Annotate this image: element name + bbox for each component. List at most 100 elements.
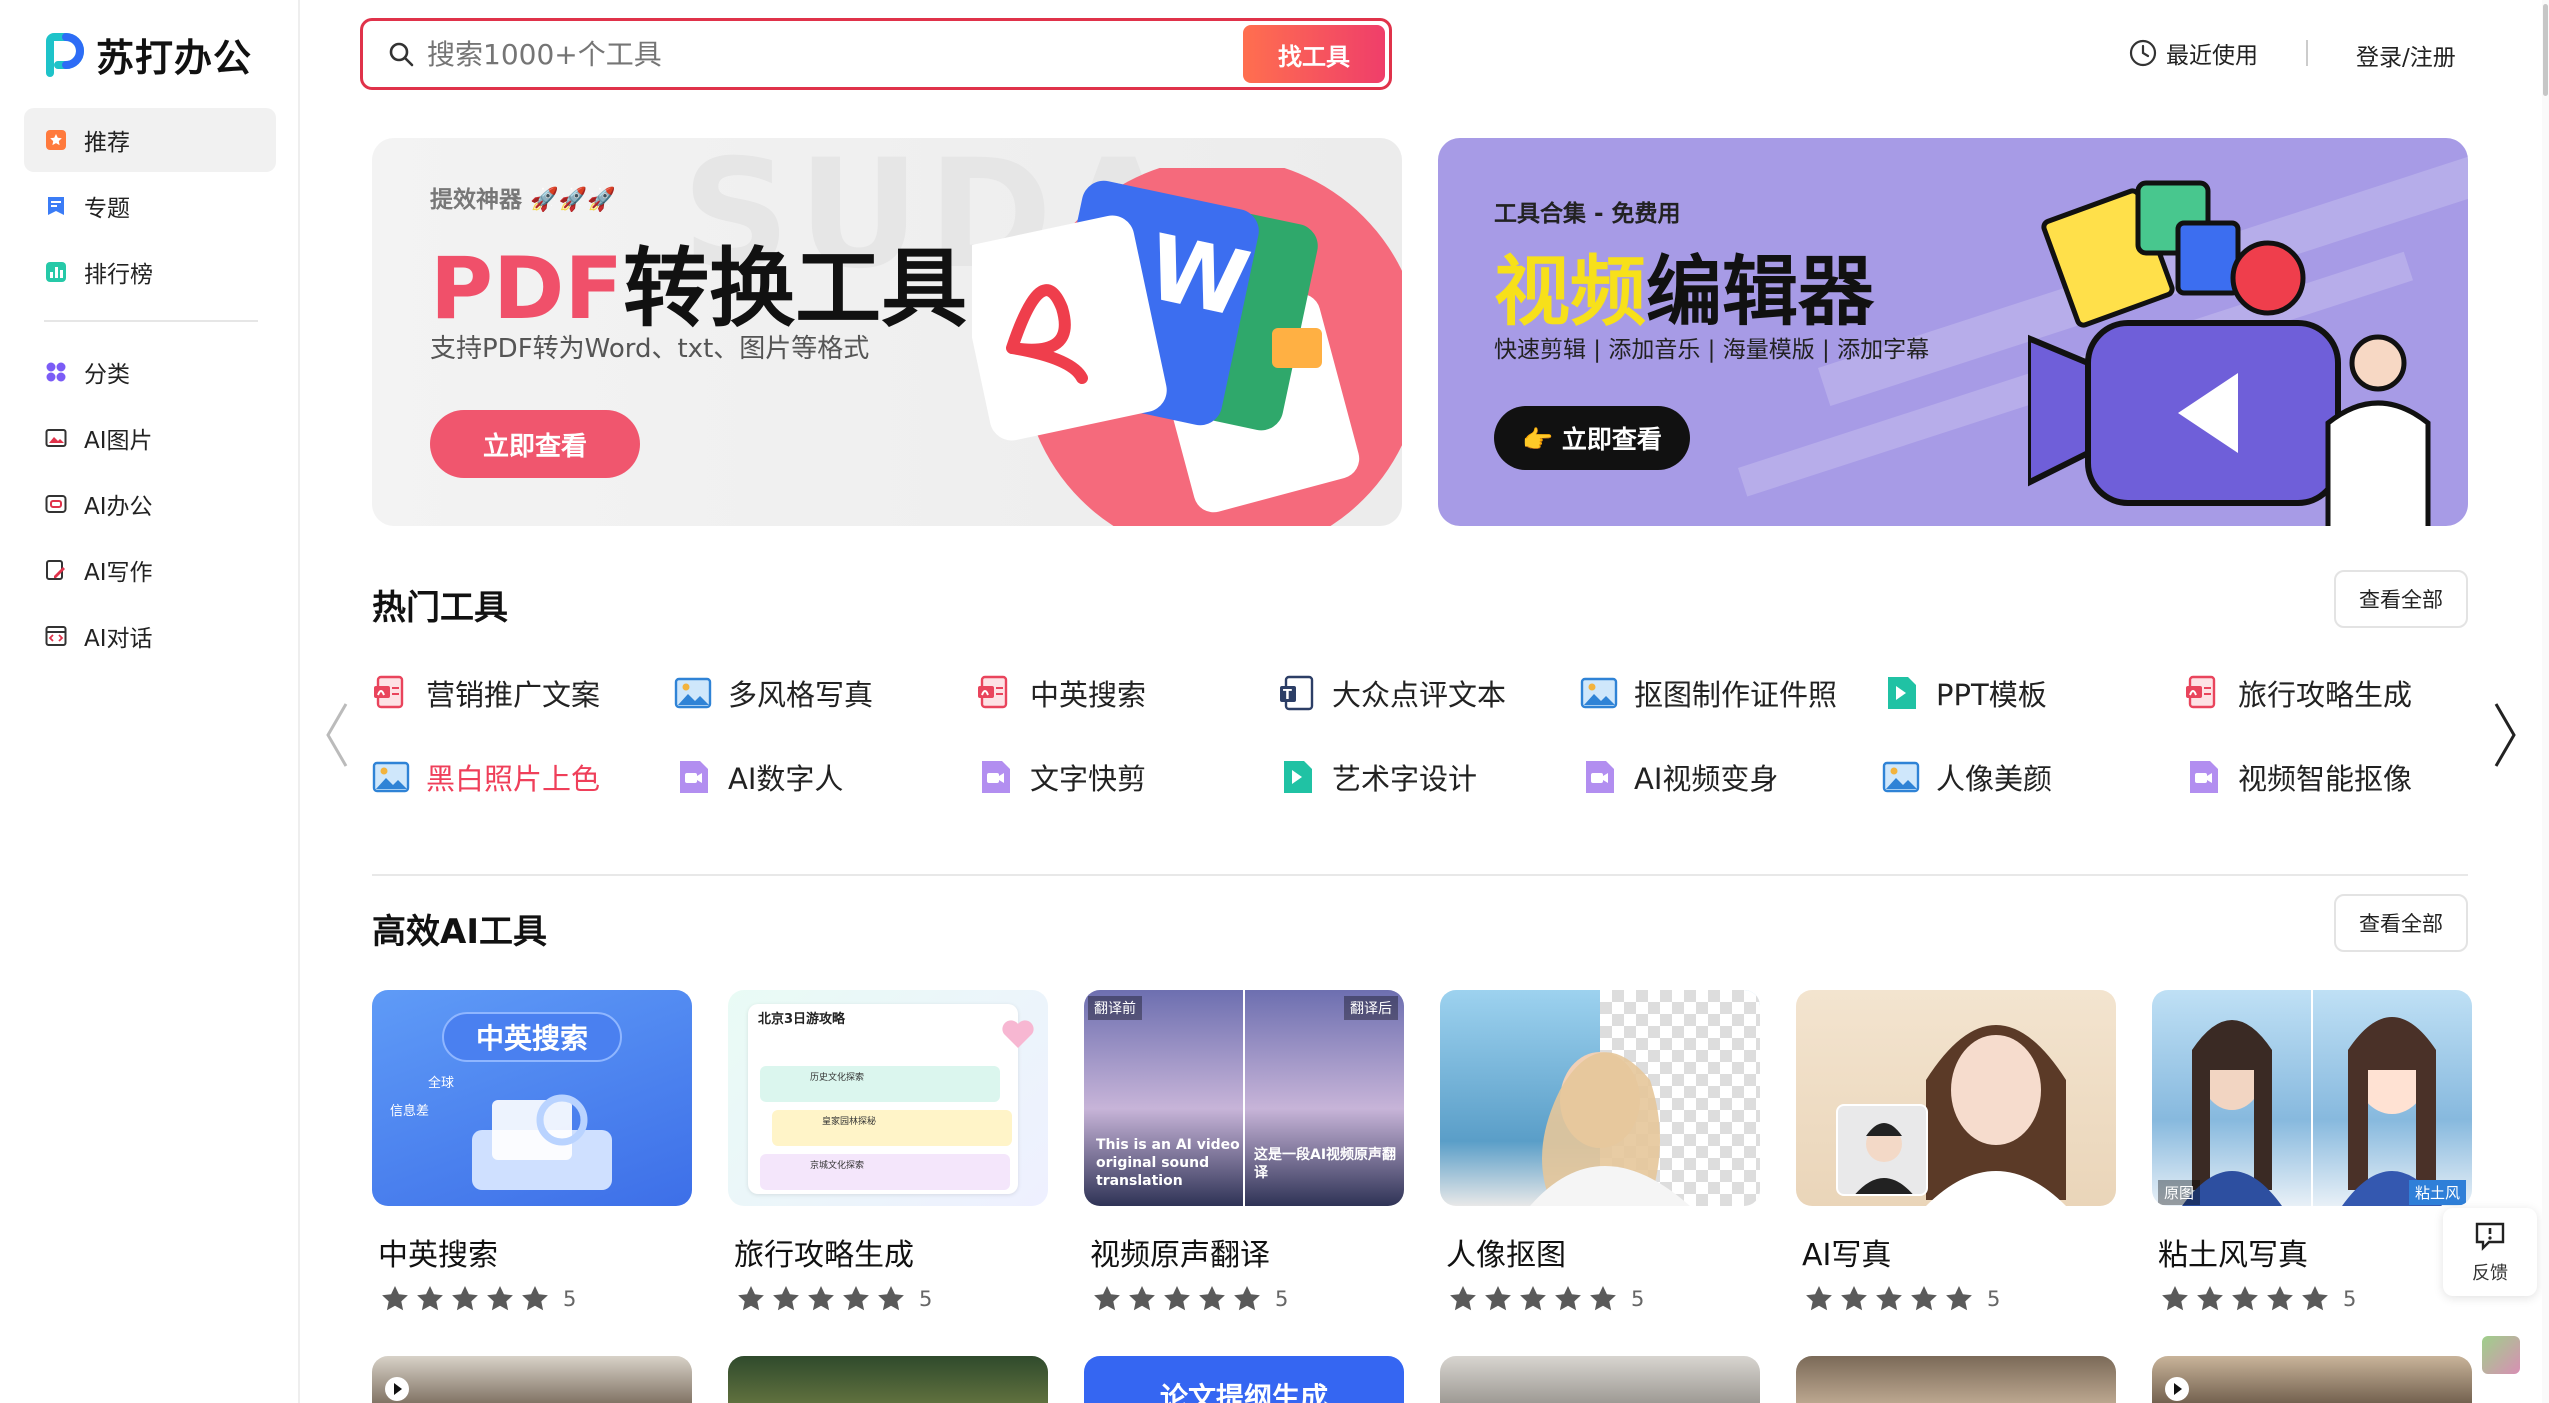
tool-card[interactable]: 人像抠图 5 (1440, 990, 1760, 1314)
hot-tool-item[interactable]: 中英搜索 (976, 668, 1146, 718)
brand-logo[interactable]: 苏打办公 (40, 26, 252, 82)
brand-name: 苏打办公 (96, 35, 253, 80)
recent-used-link[interactable]: 最近使用 (2128, 36, 2258, 70)
tool-card[interactable]: 北京3日游攻略 历史文化探索 皇家园林探秘 京城文化探索 旅行攻略生成 5 (728, 990, 1048, 1314)
hot-tool-item[interactable]: 人像美颜 (1882, 752, 2052, 802)
tool-card[interactable]: 中英搜索 全球 信息差 中英搜索 5 (372, 990, 692, 1314)
next-row-card-thumbnail[interactable] (372, 1356, 692, 1403)
sidebar-item-topics[interactable]: 专题 (24, 174, 276, 238)
tool-card[interactable]: AI写真 5 (1796, 990, 2116, 1314)
ai-tools-view-all-button[interactable]: 查看全部 (2334, 894, 2468, 952)
card-name: 中英搜索 (378, 1238, 498, 1273)
hot-tool-item[interactable]: AI视频变身 (1580, 752, 1778, 802)
search-input[interactable] (427, 37, 1243, 71)
banner-title: PDF转换工具 (430, 218, 967, 343)
portrait-silhouette-icon (1530, 1052, 1690, 1206)
sidebar-item-ai-image[interactable]: AI图片 (24, 406, 276, 470)
sidebar-item-ai-office[interactable]: AI办公 (24, 472, 276, 536)
star-icon (417, 1286, 443, 1311)
star-icon (2162, 1286, 2188, 1311)
hot-tool-item[interactable]: 文字快剪 (976, 752, 1146, 802)
pdf-illustration-icon: W (972, 168, 1402, 526)
hot-tool-label: 艺术字设计 (1332, 762, 1478, 796)
card-image-caption: 粘土风 (2408, 1180, 2466, 1205)
banner-video-editor[interactable]: 工具合集 - 免费用 视频编辑器 快速剪辑 | 添加音乐 | 海量模版 | 添加… (1438, 138, 2468, 526)
doc-red-icon (976, 674, 1014, 712)
hot-tool-item[interactable]: 多风格写真 (674, 668, 873, 718)
avatar-icon (1855, 1123, 1913, 1194)
hot-tool-item[interactable]: 抠图制作证件照 (1580, 668, 1837, 718)
hot-tool-item[interactable]: 视频智能抠像 (2184, 752, 2412, 802)
star-icon (1164, 1286, 1190, 1311)
hot-tool-item[interactable]: T 大众点评文本 (1278, 668, 1506, 718)
sidebar-item-ai-chat[interactable]: AI对话 (24, 604, 276, 668)
play-icon (385, 1377, 409, 1401)
logo-mark-icon (46, 33, 84, 77)
star-icon (1129, 1286, 1155, 1311)
avatar (1836, 1104, 1928, 1196)
sidebar-item-ranking[interactable]: 排行榜 (24, 240, 276, 304)
star-icon (1590, 1286, 1616, 1311)
chevron-right-icon[interactable] (2490, 700, 2520, 770)
star-icon (1555, 1286, 1581, 1311)
clock-icon (2129, 39, 2157, 67)
card-image-text: 原图 (2158, 1180, 2201, 1205)
scrollbar-track[interactable] (2542, 0, 2549, 1403)
card-rating: 5 (380, 1284, 692, 1314)
bookmark-icon (44, 194, 68, 218)
tool-card[interactable]: 翻译前 翻译后 This is an AI video original sou… (1084, 990, 1404, 1314)
banner-subtitle: 快速剪辑 | 添加音乐 | 海量模版 | 添加字幕 (1494, 337, 1930, 363)
card-name: 人像抠图 (1446, 1238, 1566, 1273)
feedback-button[interactable]: 反馈 (2443, 1208, 2537, 1296)
next-row-card-thumbnail[interactable] (2152, 1356, 2472, 1403)
sidebar-item-category[interactable]: 分类 (24, 340, 276, 404)
next-row-card-thumbnail[interactable] (728, 1356, 1048, 1403)
hot-tool-item[interactable]: 艺术字设计 (1278, 752, 1477, 802)
hot-tools-view-all-button[interactable]: 查看全部 (2334, 570, 2468, 628)
split-divider (1243, 990, 1245, 1206)
sidebar-item-recommend[interactable]: 推荐 (24, 108, 276, 172)
tool-card[interactable]: 原图 粘土风 粘土风写真 5 (2152, 990, 2472, 1314)
rating-value: 5 (1275, 1287, 1289, 1311)
hot-tool-item[interactable]: PPT模板 (1882, 668, 2047, 718)
banner-cta-button[interactable]: 👉 立即查看 (1494, 406, 1690, 470)
scrollbar-thumb[interactable] (2543, 4, 2548, 96)
search-bar: 找工具 (360, 18, 1392, 90)
next-row-card-thumbnail[interactable] (1796, 1356, 2116, 1403)
hot-tool-label: 视频智能抠像 (2238, 762, 2413, 796)
sidebar-item-label: 专题 (84, 196, 130, 222)
sidebar-item-label: AI写作 (84, 560, 153, 586)
sidebar-item-ai-writing[interactable]: AI写作 (24, 538, 276, 602)
banner-pdf-converter[interactable]: SUDA W 提效神器 🚀🚀🚀 PDF转换工具 支持PDF转为Word、txt、… (372, 138, 1402, 526)
card-image-caption: 皇家园林探秘 (772, 1110, 1012, 1146)
star-icon (1520, 1286, 1546, 1311)
hot-tool-item[interactable]: 旅行攻略生成 (2184, 668, 2412, 718)
banner-title-rest: 转换工具 (623, 239, 968, 339)
hot-tool-item[interactable]: 营销推广文案 (372, 668, 600, 718)
card-thumbnail: 翻译前 翻译后 This is an AI video original sou… (1084, 990, 1404, 1206)
hot-tool-label: 文字快剪 (1030, 762, 1147, 796)
ppt-teal-icon (1882, 674, 1920, 712)
rating-value: 5 (1631, 1287, 1645, 1311)
video-purple-icon (2184, 758, 2222, 796)
search-button[interactable]: 找工具 (1243, 25, 1385, 83)
hot-tool-item[interactable]: 黑白照片上色 (372, 752, 600, 802)
text-doc-icon: T (1278, 674, 1316, 712)
hot-tool-item[interactable]: AI数字人 (674, 752, 843, 802)
next-row-card-thumbnail[interactable]: 论文提纲生成 (1084, 1356, 1404, 1403)
rating-value: 5 (1987, 1287, 2001, 1311)
hot-tools-title: 热门工具 (372, 588, 508, 628)
next-row-card-thumbnail[interactable] (1440, 1356, 1760, 1403)
card-thumbnail (1796, 990, 2116, 1206)
hot-tool-label: 中英搜索 (1030, 678, 1147, 712)
rating-value: 5 (2343, 1287, 2357, 1311)
star-box-icon (44, 128, 68, 152)
banner-cta-button[interactable]: 立即查看 (430, 410, 640, 478)
chevron-left-icon[interactable] (322, 700, 352, 770)
app-root: 苏打办公 推荐 专题 排行榜 分类 AI图片 AI办公 AI写作 AI对话 搜索… (0, 0, 2549, 1403)
star-icon (1946, 1286, 1972, 1311)
sidebar-divider (44, 320, 258, 322)
login-link[interactable]: 登录/注册 (2356, 38, 2456, 72)
ai-tools-title: 高效AI工具 (372, 912, 547, 952)
floating-thumbnail[interactable] (2482, 1336, 2520, 1374)
